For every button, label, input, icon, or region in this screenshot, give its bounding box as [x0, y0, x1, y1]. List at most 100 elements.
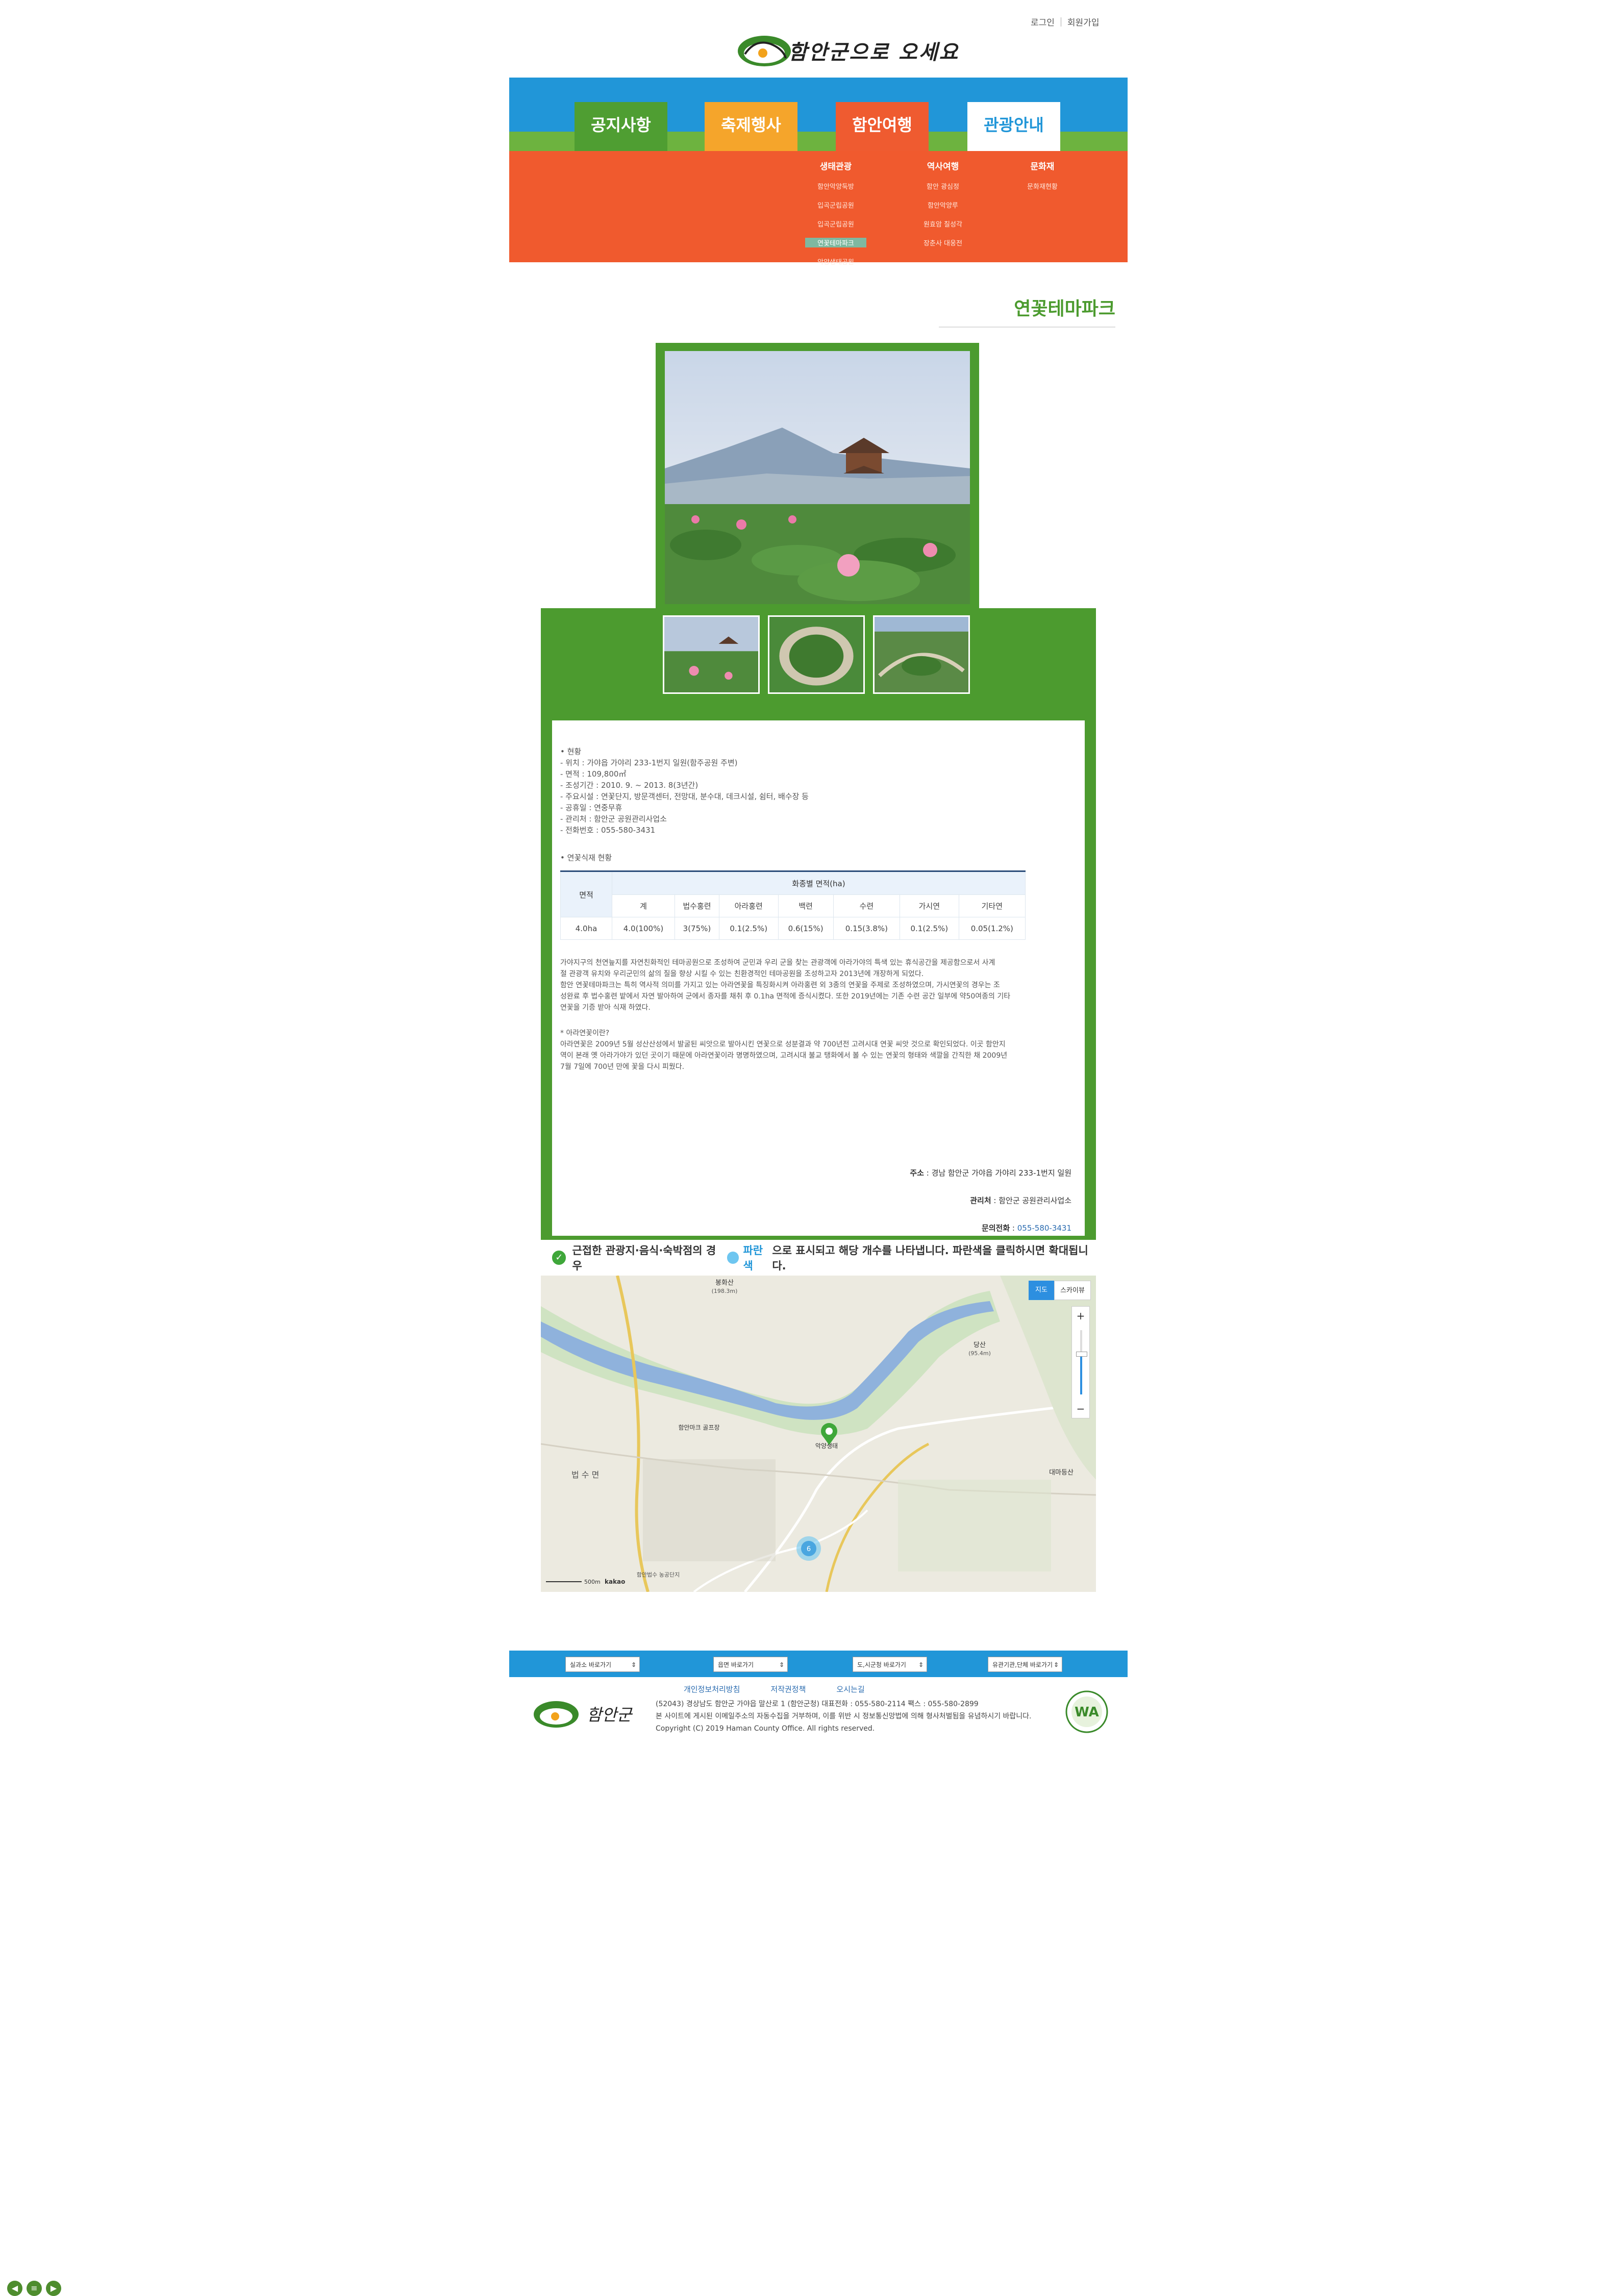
status-line: - 면적 : 109,800㎡ — [560, 769, 627, 779]
submenu-item[interactable]: 함안 광심정 — [912, 181, 974, 191]
kakao-logo: kakao — [605, 1578, 625, 1585]
zoom-handle[interactable] — [1076, 1352, 1087, 1357]
table-cell: 0.1(2.5%) — [718, 917, 779, 940]
join-link[interactable]: 회원가입 — [1067, 15, 1100, 28]
planting-table: 면적 화종별 면적(ha) 계 법수홍련 아라홍련 백련 수련 가시연 기타연 … — [560, 870, 1026, 940]
select-label: 유관기관,단체 바로가기 — [992, 1661, 1053, 1668]
map-label: 함안법수 농공단지 — [637, 1571, 680, 1578]
privacy-link[interactable]: 개인정보처리방침 — [684, 1684, 740, 1694]
table-cell: 0.6(15%) — [778, 917, 834, 940]
tab-tour-guide[interactable]: 관광안내 — [967, 102, 1060, 151]
submenu-item[interactable]: 함안악양둑방 — [805, 181, 866, 191]
dept-select[interactable]: 실과소 바로가기 ⇕ — [565, 1657, 640, 1672]
top-links: 로그인 회원가입 — [1031, 15, 1099, 28]
slide-controls: ◀ ≡ ▶ — [7, 2281, 65, 2296]
submenu-item[interactable]: 입곡군립공원 — [805, 219, 866, 229]
address-row: 주소 : 경남 함안군 가야읍 가야리 233-1번지 일원 — [910, 1168, 1071, 1178]
table-col-header: 아라홍련 — [718, 894, 779, 917]
manager-value: 함안군 공원관리사업소 — [999, 1196, 1071, 1205]
table-cell: 0.1(2.5%) — [900, 917, 959, 940]
directions-link[interactable]: 오시는길 — [836, 1684, 864, 1694]
description-line: 절 관광객 유치와 우리군민의 삶의 질을 향상 시킬 수 있는 친환경적인 테… — [560, 970, 924, 978]
submenu-col-heritage: 문화재 문화재현황 — [1014, 159, 1070, 200]
kakao-map[interactable]: 봉화산 (198.3m) 당산 (95.4m) 함안마크 골프장 악양생태 법 … — [541, 1276, 1096, 1592]
org-select[interactable]: 유관기관,단체 바로가기 ⇕ — [988, 1657, 1062, 1672]
content-panel: • 현황 - 위치 : 가야읍 가야리 233-1번지 일원(함주공원 주변) … — [552, 720, 1085, 1236]
zoom-out-button[interactable]: − — [1072, 1400, 1089, 1418]
select-arrow-icon: ⇕ — [779, 1661, 784, 1668]
tab-travel[interactable]: 함안여행 — [836, 102, 929, 151]
table-cell: 4.0ha — [560, 917, 612, 940]
scale-label: 500m — [584, 1579, 601, 1585]
table-cell: 4.0(100%) — [612, 917, 675, 940]
table-col-header: 법수홍련 — [674, 894, 719, 917]
footer-notice: 본 사이트에 게시된 이메일주소의 자동수집을 거부하며, 이를 위반 시 정보… — [656, 1712, 1032, 1720]
town-select[interactable]: 읍면 바로가기 ⇕ — [713, 1657, 788, 1672]
submenu-item[interactable]: 악양생태공원 — [805, 257, 866, 266]
prev-icon[interactable]: ◀ — [7, 2281, 22, 2296]
table-cell: 0.05(1.2%) — [958, 917, 1026, 940]
status-line: - 전화번호 : 055-580-3431 — [560, 826, 656, 835]
next-icon[interactable]: ▶ — [46, 2281, 61, 2296]
table-col-header: 수련 — [833, 894, 901, 917]
login-link[interactable]: 로그인 — [1031, 15, 1055, 28]
table-cell: 0.15(3.8%) — [833, 917, 901, 940]
wa-badge: WA — [1065, 1690, 1108, 1733]
submenu-item[interactable]: 장춘사 대웅전 — [912, 238, 974, 247]
select-arrow-icon: ⇕ — [1053, 1661, 1059, 1668]
submenu-item[interactable]: 함안악양루 — [912, 200, 974, 210]
blue-dot-icon — [727, 1252, 739, 1264]
map-canvas[interactable]: 봉화산 (198.3m) 당산 (95.4m) 함안마크 골프장 악양생태 법 … — [541, 1276, 1096, 1592]
manager-label: 관리처 — [970, 1196, 991, 1205]
description-line: 가야지구의 천연늪지를 자연친화적인 테마공원으로 조성하여 군민과 우리 군을… — [560, 959, 995, 967]
phone-value[interactable]: 055-580-3431 — [1017, 1224, 1071, 1233]
thumbnail-3[interactable] — [873, 615, 970, 694]
status-block: • 현황 - 위치 : 가야읍 가야리 233-1번지 일원(함주공원 주변) … — [560, 746, 809, 836]
submenu-item[interactable]: 원효암 칠성각 — [912, 219, 974, 229]
copyright-link[interactable]: 저작권정책 — [770, 1684, 806, 1694]
notice-blue-word: 파란색 — [743, 1244, 763, 1272]
submenu-heading: 문화재 — [1030, 162, 1055, 172]
status-heading: • 현황 — [560, 747, 582, 756]
map-label: (95.4m) — [968, 1350, 991, 1357]
status-line: - 공휴일 : 연중무휴 — [560, 803, 622, 812]
skyview-button[interactable]: 스카이뷰 — [1054, 1281, 1091, 1300]
cluster-count: 6 — [807, 1545, 811, 1553]
submenu-item[interactable]: 입곡군립공원 — [805, 200, 866, 210]
notice-text-after: 으로 표시되고 해당 개수를 나타냅니다. 파란색을 클릭하시면 확대됩니다. — [772, 1244, 1088, 1272]
zoom-slider[interactable] — [1072, 1325, 1089, 1400]
submenu-item[interactable]: 문화재현황 — [1014, 181, 1070, 191]
table-header-group: 화종별 면적(ha) — [612, 870, 1026, 895]
map-label: 함안마크 골프장 — [678, 1424, 719, 1431]
thumbnail-1[interactable] — [663, 615, 760, 694]
submenu-heading: 생태관광 — [819, 162, 852, 172]
thumbnail-2[interactable] — [768, 615, 865, 694]
select-label: 실과소 바로가기 — [570, 1661, 612, 1668]
notice-text-before: 근접한 관광지·음식·숙박점의 경우 — [572, 1244, 716, 1272]
description-1: 가야지구의 천연늪지를 자연친화적인 테마공원으로 조성하여 군민과 우리 군을… — [560, 957, 1010, 1013]
table-col-header: 백련 — [778, 894, 834, 917]
wa-text: WA — [1075, 1705, 1099, 1720]
cluster-marker[interactable]: 6 — [796, 1536, 821, 1561]
submenu-item-active[interactable]: 연꽃테마파크 — [805, 238, 866, 247]
tab-festival[interactable]: 축제행사 — [705, 102, 797, 151]
city-select[interactable]: 도,시군청 바로가기 ⇕ — [853, 1657, 927, 1672]
map-label: (198.3m) — [712, 1288, 738, 1294]
description-2: * 아라연꽃이란? 아라연꽃은 2009년 5월 성산산성에서 발굴된 씨앗으로… — [560, 1028, 1007, 1072]
table-col-header: 계 — [612, 894, 675, 917]
main-photo — [665, 351, 970, 604]
submenu-col-eco: 생태관광 함안악양둑방 입곡군립공원 입곡군립공원 연꽃테마파크 악양생태공원 — [805, 159, 866, 276]
zoom-control: + − — [1071, 1306, 1090, 1418]
select-label: 도,시군청 바로가기 — [857, 1661, 906, 1668]
zoom-in-button[interactable]: + — [1072, 1307, 1089, 1325]
footer-address: (52043) 경상남도 함안군 가야읍 말산로 1 (함안군청) 대표전화 :… — [656, 1700, 979, 1708]
description-line: 역이 본래 옛 아라가야가 있던 곳이기 때문에 아라연꽃이라 명명하였으며, … — [560, 1052, 1008, 1060]
select-label: 읍면 바로가기 — [718, 1661, 754, 1668]
title-divider — [939, 327, 1115, 328]
menu-icon[interactable]: ≡ — [27, 2281, 42, 2296]
tab-notice[interactable]: 공지사항 — [575, 102, 667, 151]
map-type-button[interactable]: 지도 — [1029, 1281, 1054, 1300]
table-header-area: 면적 — [560, 870, 612, 917]
thumbnail-strip — [656, 608, 979, 705]
submenu-panel: 생태관광 함안악양둑방 입곡군립공원 입곡군립공원 연꽃테마파크 악양생태공원 … — [509, 151, 1128, 266]
